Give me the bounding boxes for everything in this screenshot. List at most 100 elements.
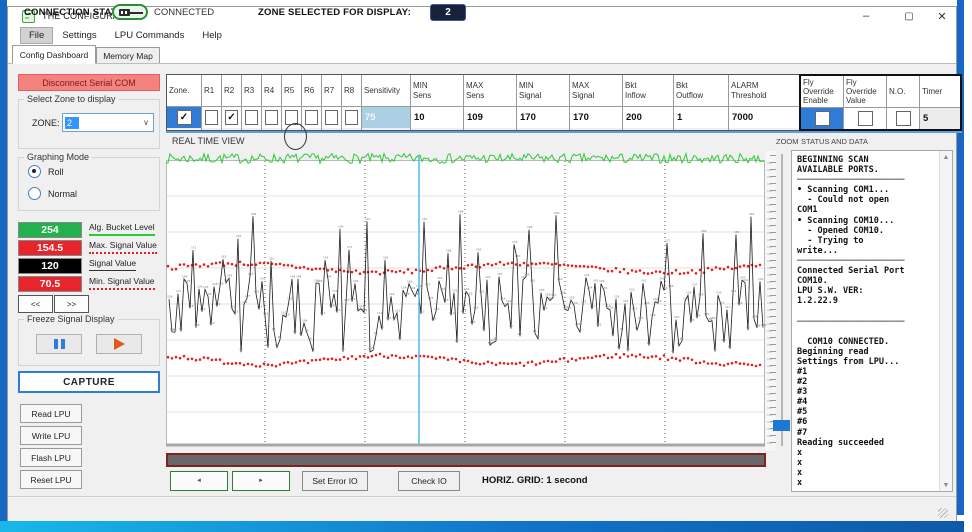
checkbox-zone[interactable]: ✓ xyxy=(176,110,192,125)
pause-button[interactable] xyxy=(36,334,82,354)
svg-text:98: 98 xyxy=(746,326,750,330)
svg-text:97: 97 xyxy=(272,327,276,331)
checkbox-r8[interactable] xyxy=(345,110,358,125)
checkbox-r1[interactable] xyxy=(205,110,218,125)
scroll-back-button[interactable]: << xyxy=(18,295,53,313)
header-zone: Zone. xyxy=(167,75,201,107)
svg-text:118: 118 xyxy=(329,303,335,307)
svg-text:113: 113 xyxy=(233,310,239,314)
cell-bkt-outflow[interactable]: 1 xyxy=(674,107,728,128)
check-io-button[interactable]: Check IO xyxy=(398,471,460,491)
header-min-signal: MIN Signal xyxy=(517,75,569,107)
legend-value: 154.5 xyxy=(18,240,82,256)
maximize-button[interactable]: ▢ xyxy=(893,7,925,25)
svg-text:124: 124 xyxy=(500,297,506,301)
col-zone: Zone. ✓ xyxy=(167,75,202,130)
svg-text:93: 93 xyxy=(374,331,378,335)
svg-text:122: 122 xyxy=(506,299,512,303)
svg-text:96: 96 xyxy=(173,328,177,332)
checkbox-r4[interactable] xyxy=(265,110,278,125)
cell-max-signal[interactable]: 170 xyxy=(570,107,622,128)
zoom-slider-track[interactable] xyxy=(781,154,783,446)
tab-config-dashboard[interactable]: Config Dashboard xyxy=(12,45,96,64)
scroll-forward-button[interactable]: >> xyxy=(54,295,89,313)
zoom-slider-handle[interactable] xyxy=(773,420,790,431)
svg-text:82: 82 xyxy=(275,343,279,347)
reset-lpu-button[interactable]: Reset LPU xyxy=(20,470,82,489)
checkbox-r7[interactable] xyxy=(325,110,338,125)
svg-text:190: 190 xyxy=(527,225,533,229)
svg-text:97: 97 xyxy=(179,327,183,331)
header-sensitivity: Sensitivity xyxy=(362,75,410,107)
svg-text:134: 134 xyxy=(401,286,407,290)
zone-group-title: Select Zone to display xyxy=(24,94,119,104)
cell-timer[interactable]: 5 xyxy=(920,108,960,129)
flash-lpu-button[interactable]: Flash LPU xyxy=(20,448,82,467)
zone-dropdown[interactable]: 2 ∨ xyxy=(62,113,154,132)
svg-text:105: 105 xyxy=(689,318,695,322)
play-button[interactable] xyxy=(96,334,142,354)
header-alarm-threshold: ALARM Threshold xyxy=(729,75,799,107)
cell-bkt-inflow[interactable]: 200 xyxy=(623,107,673,128)
read-lpu-button[interactable]: Read LPU xyxy=(20,404,82,423)
menu-settings[interactable]: Settings xyxy=(53,27,105,44)
checkbox-r3[interactable] xyxy=(245,110,258,125)
legend-value: 254 xyxy=(18,222,82,238)
close-button[interactable]: ✕ xyxy=(928,7,956,25)
svg-text:86: 86 xyxy=(722,338,726,342)
svg-text:110: 110 xyxy=(284,313,290,317)
svg-text:100: 100 xyxy=(755,323,761,327)
menu-file[interactable]: File xyxy=(20,26,54,44)
svg-text:117: 117 xyxy=(230,305,236,309)
svg-text:141: 141 xyxy=(224,279,230,283)
radio-roll[interactable]: Roll xyxy=(28,165,64,178)
checkbox-r2[interactable]: ✓ xyxy=(225,110,238,125)
svg-text:163: 163 xyxy=(515,254,521,258)
menu-lpu-commands[interactable]: LPU Commands xyxy=(106,27,194,44)
pan-right-button[interactable]: ► xyxy=(232,471,290,491)
svg-text:137: 137 xyxy=(425,283,431,287)
window-frame-left xyxy=(0,0,7,526)
cell-r7 xyxy=(322,107,341,128)
svg-text:168: 168 xyxy=(446,249,452,253)
status-log-text: BEGINNING SCAN AVAILABLE PORTS. ────────… xyxy=(797,155,905,487)
config-table-main-section: Zone. ✓ R1 R2 ✓ R3 R4 R5 R6 R7 R8 Sensitivity 75 MIN … xyxy=(166,74,800,131)
write-lpu-button[interactable]: Write LPU xyxy=(20,426,82,445)
checkbox-r6[interactable] xyxy=(305,110,318,125)
scroll-up-icon[interactable]: ▲ xyxy=(940,151,952,163)
radio-normal[interactable]: Normal xyxy=(28,187,77,200)
svg-text:79: 79 xyxy=(371,346,375,350)
cell-alarm-threshold[interactable]: 7000 xyxy=(729,107,799,128)
menu-help[interactable]: Help xyxy=(193,27,231,44)
svg-text:128: 128 xyxy=(698,292,704,296)
svg-text:124: 124 xyxy=(350,297,356,301)
set-error-io-button[interactable]: Set Error IO xyxy=(302,471,368,491)
checkbox-fly-override-value[interactable] xyxy=(857,111,873,126)
svg-text:97: 97 xyxy=(620,327,624,331)
svg-text:106: 106 xyxy=(710,316,716,320)
cell-sensitivity[interactable]: 75 xyxy=(362,107,410,128)
play-icon xyxy=(113,338,125,350)
svg-text:92: 92 xyxy=(518,332,522,336)
status-log-scrollbar[interactable]: ▲ ▼ xyxy=(939,151,952,491)
cell-max-sens[interactable]: 109 xyxy=(464,107,516,128)
tab-memory-map[interactable]: Memory Map xyxy=(96,47,160,64)
cell-min-sens[interactable]: 10 xyxy=(411,107,463,128)
svg-text:144: 144 xyxy=(485,275,491,279)
pan-left-button[interactable]: ◄ xyxy=(170,471,228,491)
minimize-button[interactable]: – xyxy=(850,7,882,25)
scroll-down-icon[interactable]: ▼ xyxy=(940,479,952,491)
checkbox-n-o[interactable] xyxy=(895,111,911,126)
svg-text:123: 123 xyxy=(344,298,350,302)
capture-button[interactable]: CAPTURE xyxy=(18,371,160,393)
svg-text:109: 109 xyxy=(695,314,701,318)
status-log-panel[interactable]: BEGINNING SCAN AVAILABLE PORTS. ────────… xyxy=(791,150,953,492)
svg-text:125: 125 xyxy=(287,296,293,300)
disconnect-serial-com-button[interactable]: Disconnect Serial COM xyxy=(18,74,160,91)
checkbox-fly-override-enable[interactable] xyxy=(814,111,830,126)
resize-grip[interactable] xyxy=(938,508,948,518)
svg-text:116: 116 xyxy=(473,305,479,309)
cell-min-signal[interactable]: 170 xyxy=(517,107,569,128)
svg-text:101: 101 xyxy=(575,322,581,326)
svg-text:138: 138 xyxy=(218,282,224,286)
